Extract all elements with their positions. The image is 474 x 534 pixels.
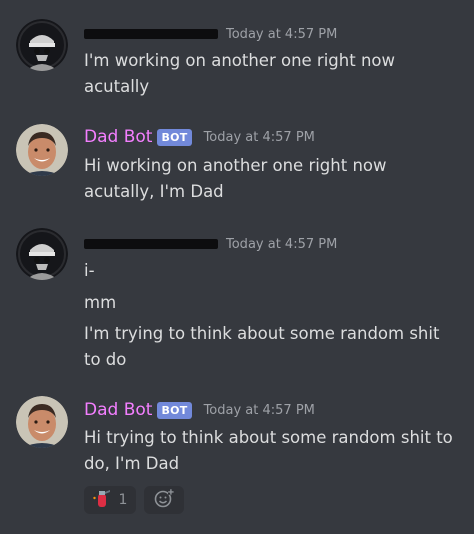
reactions-bar: 1 (84, 486, 184, 514)
timestamp: Today at 4:57 PM (226, 26, 338, 42)
reaction-count: 1 (118, 492, 128, 508)
message-line: acutally (84, 77, 150, 96)
avatar[interactable] (16, 396, 68, 448)
message-line: mm (84, 293, 117, 312)
message-header: Dad Bot BOT Today at 4:57 PM (84, 125, 315, 149)
avatar[interactable] (16, 19, 68, 71)
message-line: do, I'm Dad (84, 454, 180, 473)
message-header: Today at 4:57 PM (84, 22, 337, 46)
add-reaction-button[interactable] (144, 486, 184, 514)
avatar[interactable] (16, 228, 68, 280)
message-line: I'm working on another one right now (84, 51, 395, 70)
reaction-button[interactable]: 1 (84, 486, 136, 514)
avatar[interactable] (16, 124, 68, 176)
add-reaction-smiley-icon (154, 488, 174, 512)
message-header: Today at 4:57 PM (84, 232, 337, 256)
chat-message-list: Today at 4:57 PM I'm working on another … (0, 0, 474, 534)
message-header: Dad Bot BOT Today at 4:57 PM (84, 398, 315, 422)
fire-extinguisher-icon (92, 488, 111, 512)
timestamp: Today at 4:57 PM (226, 236, 338, 252)
redacted-username (84, 239, 218, 249)
username[interactable]: Dad Bot (84, 127, 152, 147)
message-line: i- (84, 261, 95, 280)
message-line: Hi trying to think about some random shi… (84, 428, 453, 447)
timestamp: Today at 4:57 PM (203, 402, 315, 418)
message-line: to do (84, 350, 127, 369)
username[interactable]: Dad Bot (84, 400, 152, 420)
message-line: Hi working on another one right now (84, 156, 387, 175)
timestamp: Today at 4:57 PM (203, 129, 315, 145)
redacted-username (84, 29, 218, 39)
message-line: I'm trying to think about some random sh… (84, 324, 440, 343)
message-line: acutally, I'm Dad (84, 182, 224, 201)
bot-badge: BOT (157, 128, 192, 146)
bot-badge: BOT (157, 401, 192, 419)
